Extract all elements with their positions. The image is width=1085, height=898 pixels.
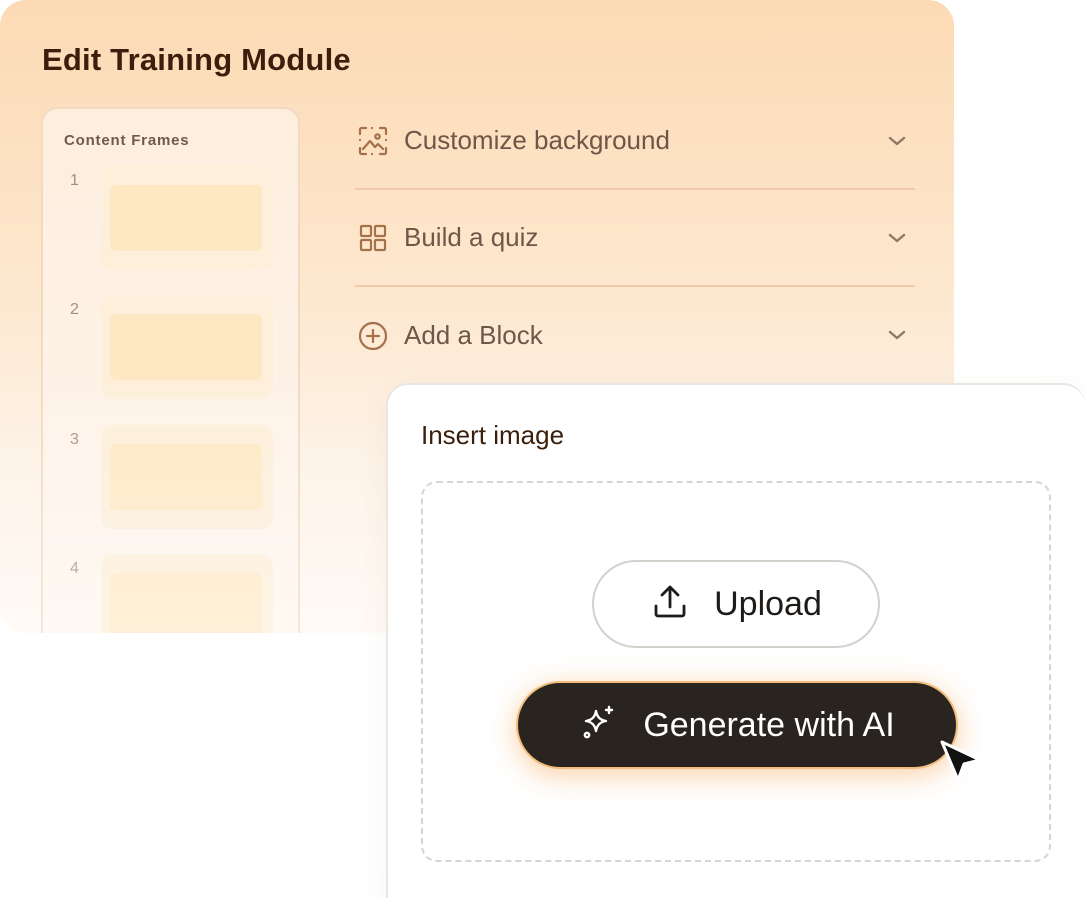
accordion-add-block[interactable]: Add a Block (355, 287, 915, 384)
grid-icon (356, 221, 390, 255)
chevron-down-icon[interactable] (885, 323, 909, 347)
upload-icon (650, 582, 690, 627)
content-frames-title: Content Frames (64, 132, 190, 149)
accordion-customize-background[interactable]: Customize background (355, 93, 915, 190)
frame-number: 2 (70, 301, 79, 318)
stage: Edit Training Module Content Frames 1 2 … (0, 0, 1085, 898)
frame-thumbnail-inner (110, 573, 262, 633)
frame-thumbnail[interactable] (101, 295, 273, 399)
frame-thumbnail[interactable] (101, 554, 273, 633)
insert-image-title: Insert image (421, 420, 565, 450)
insert-image-dialog: Insert image Upload Generate with AI (386, 383, 1085, 898)
accordion-build-quiz[interactable]: Build a quiz (355, 190, 915, 287)
plus-circle-icon (356, 319, 390, 353)
frame-thumbnail[interactable] (101, 166, 273, 270)
frame-number: 4 (70, 560, 79, 577)
frame-thumbnail-inner (110, 314, 262, 380)
generate-label: Generate with AI (643, 705, 895, 744)
generate-with-ai-button[interactable]: Generate with AI (516, 681, 958, 769)
frame-item[interactable]: 2 (43, 295, 298, 405)
accordion-label: Add a Block (404, 320, 543, 350)
accordion-label: Build a quiz (404, 222, 539, 252)
settings-accordion: Customize background Build a quiz Add a … (355, 93, 915, 384)
chevron-down-icon[interactable] (885, 226, 909, 250)
chevron-down-icon[interactable] (885, 129, 909, 153)
mouse-cursor-icon (940, 740, 982, 782)
frame-item[interactable]: 4 (43, 554, 298, 633)
frame-number: 1 (70, 172, 79, 189)
frame-thumbnail-inner (110, 444, 262, 510)
image-frame-icon (356, 124, 390, 158)
upload-label: Upload (714, 584, 822, 623)
content-frames-sidebar: Content Frames 1 2 3 4 (41, 107, 300, 633)
page-title: Edit Training Module (42, 42, 351, 77)
frame-thumbnail[interactable] (101, 425, 273, 529)
accordion-label: Customize background (404, 125, 670, 155)
sparkles-icon (579, 703, 619, 748)
upload-button[interactable]: Upload (592, 560, 880, 648)
frame-item[interactable]: 3 (43, 425, 298, 535)
frame-number: 3 (70, 431, 79, 448)
image-dropzone[interactable]: Upload Generate with AI (421, 481, 1051, 862)
frame-item[interactable]: 1 (43, 166, 298, 276)
frame-thumbnail-inner (110, 185, 262, 251)
